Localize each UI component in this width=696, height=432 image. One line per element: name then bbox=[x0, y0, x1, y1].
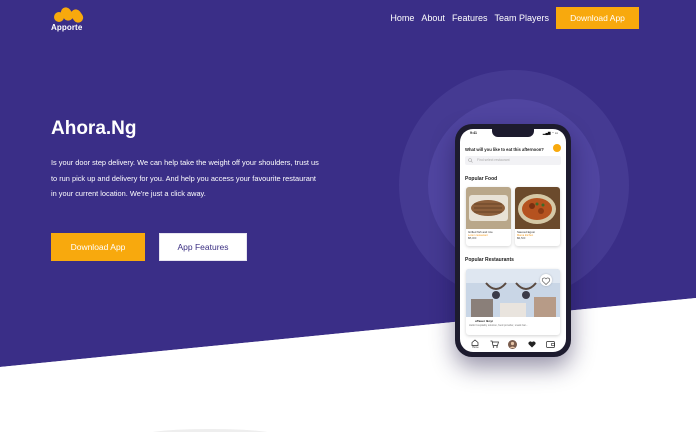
logo-mark-icon bbox=[54, 7, 84, 23]
status-time: 9:41 bbox=[470, 131, 478, 135]
nav-about[interactable]: About bbox=[421, 13, 445, 23]
logo-text: Apporte bbox=[51, 23, 83, 32]
cart-icon bbox=[490, 340, 499, 348]
apporte-logo[interactable]: Apporte bbox=[51, 6, 91, 32]
restaurant-description: Hello hospitality solution, food provide… bbox=[469, 324, 528, 327]
phone-notch bbox=[492, 129, 534, 137]
food-stew-image bbox=[515, 187, 560, 229]
hero-description: Is your door step delivery. We can help … bbox=[51, 158, 319, 198]
app-question: What will you like to eat this afternoon… bbox=[465, 147, 544, 152]
food-card[interactable]: Grilled fish and rice Lorem restaurant ₦… bbox=[466, 187, 511, 246]
favorite-heart-icon[interactable] bbox=[540, 274, 552, 286]
home-icon bbox=[472, 339, 479, 346]
tab-home-label: Home bbox=[472, 346, 479, 349]
nav-team-players[interactable]: Team Players bbox=[494, 13, 549, 23]
main-nav: Home About Features Team Players Downloa… bbox=[390, 7, 639, 29]
food-price: ₦5,000 bbox=[468, 237, 477, 240]
food-card[interactable]: Sauced Egusi Mama kitchen ₦4,500 bbox=[515, 187, 560, 246]
tab-wallet[interactable] bbox=[546, 339, 556, 349]
app-search-input[interactable]: Find select restaurant bbox=[465, 156, 561, 165]
hero-section: Apporte Home About Features Team Players… bbox=[0, 0, 696, 432]
heart-outline-icon bbox=[541, 277, 551, 285]
nav-features[interactable]: Features bbox=[452, 13, 488, 23]
status-icons: ▂▄▆ ◔ ▭ bbox=[542, 131, 558, 135]
hero-title: Ahora.Ng bbox=[51, 118, 137, 139]
bottom-tab-bar: Home bbox=[460, 336, 566, 352]
wallet-icon bbox=[546, 340, 555, 348]
profile-icon bbox=[508, 339, 518, 349]
food-price: ₦4,500 bbox=[517, 237, 526, 240]
tab-favorites[interactable] bbox=[527, 339, 537, 349]
nav-home[interactable]: Home bbox=[390, 13, 414, 23]
user-avatar[interactable] bbox=[553, 144, 561, 152]
popular-food-heading: Popular Food bbox=[465, 176, 498, 182]
phone-screen: 9:41 ▂▄▆ ◔ ▭ What will you like to eat t… bbox=[460, 129, 566, 352]
nav-download-app-button[interactable]: Download App bbox=[556, 7, 639, 29]
tab-cart[interactable] bbox=[489, 339, 499, 349]
popular-restaurants-heading: Popular Restaurants bbox=[465, 257, 514, 263]
hero-background bbox=[0, 0, 696, 432]
tab-profile[interactable] bbox=[508, 339, 518, 349]
download-app-button[interactable]: Download App bbox=[51, 233, 145, 261]
tab-home[interactable]: Home bbox=[470, 339, 480, 349]
phone-mockup: 9:41 ▂▄▆ ◔ ▭ What will you like to eat t… bbox=[455, 124, 571, 357]
food-grilled-image bbox=[466, 187, 511, 229]
heart-icon bbox=[528, 340, 536, 347]
app-features-button[interactable]: App Features bbox=[159, 233, 247, 261]
search-icon bbox=[468, 158, 473, 163]
